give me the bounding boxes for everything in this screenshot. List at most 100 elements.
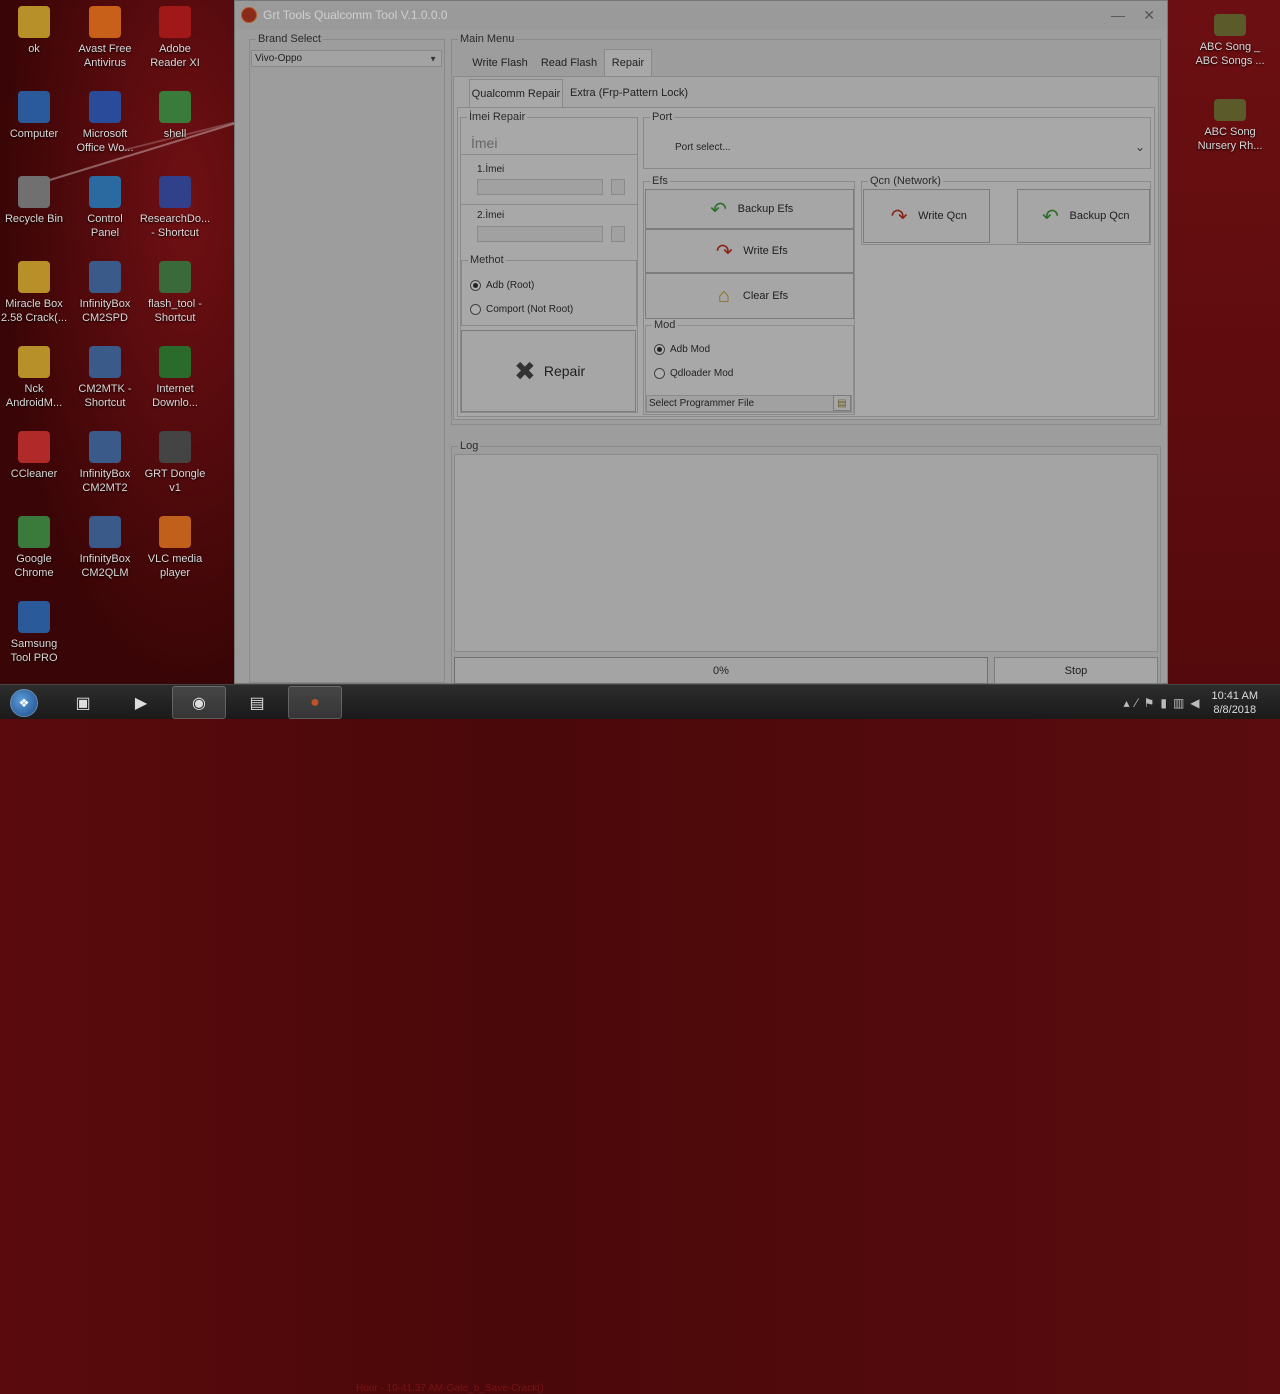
desktop-icon[interactable]: InfinityBox CM2QLM <box>67 516 143 580</box>
method-adb-root-radio[interactable]: Adb (Root) <box>470 280 534 291</box>
network-icon[interactable]: ▥ <box>1173 696 1184 710</box>
taskbar-chrome[interactable]: ◉ <box>172 686 226 719</box>
pen-icon[interactable]: ⁄ <box>1136 696 1138 710</box>
desktop-icon[interactable]: CM2MTK - Shortcut <box>67 346 143 410</box>
desktop-icon[interactable]: ABC Song Nursery Rh... <box>1192 99 1268 153</box>
desktop-icon[interactable]: InfinityBox CM2SPD <box>67 261 143 325</box>
desktop-icon[interactable]: CCleaner <box>0 431 72 481</box>
divider <box>461 204 637 205</box>
desktop-icon[interactable]: Recycle Bin <box>0 176 72 226</box>
shell-icon <box>159 91 191 123</box>
desktop-icon-label: InfinityBox CM2SPD <box>79 298 131 324</box>
desktop-icon[interactable]: Samsung Tool PRO <box>0 601 72 665</box>
system-tray: ▴ ⁄ ⚑ ▮ ▥ ◀ 10:41 AM 8/8/2018 <box>1124 685 1280 720</box>
tab-read-flash[interactable]: Read Flash <box>537 51 601 75</box>
desktop-icon[interactable]: InfinityBox CM2MT2 <box>67 431 143 495</box>
mod-qdloader-label: Qdloader Mod <box>670 368 734 379</box>
stop-button[interactable]: Stop <box>994 657 1158 684</box>
imei2-input[interactable] <box>477 226 603 242</box>
clear-efs-button[interactable]: ⌂ Clear Efs <box>645 273 854 319</box>
write-arrow-icon: ↷ <box>715 240 733 263</box>
desktop-icon[interactable]: Google Chrome <box>0 516 72 580</box>
desktop-icon[interactable]: Avast Free Antivirus <box>67 6 143 70</box>
brand-select-legend: Brand Select <box>258 33 321 45</box>
port-select-dropdown[interactable]: Port select... ⌄ <box>645 128 1149 166</box>
grt-tools-icon: ● <box>310 693 320 711</box>
imei2-label: 2.İmei <box>477 210 505 221</box>
desktop-icon[interactable]: Miracle Box 2.58 Crack(... <box>0 261 72 325</box>
repair-button[interactable]: ✖ Repair <box>461 330 636 412</box>
desktop-icon[interactable]: flash_tool - Shortcut <box>137 261 213 325</box>
close-button[interactable]: ✕ <box>1143 7 1155 24</box>
title-bar[interactable]: Grt Tools Qualcomm Tool V.1.0.0.0 — ✕ <box>235 1 1167 29</box>
write-qcn-button[interactable]: ↷ Write Qcn <box>863 189 990 243</box>
write-efs-button[interactable]: ↷ Write Efs <box>645 229 854 273</box>
imei2-checkbox[interactable] <box>611 226 625 242</box>
power-icon[interactable]: ▮ <box>1160 696 1167 710</box>
desktop-icon[interactable]: ok <box>0 6 72 56</box>
mod-adb-label: Adb Mod <box>670 344 711 355</box>
recycle-bin-icon <box>18 176 50 208</box>
tab-write-flash[interactable]: Write Flash <box>469 51 531 75</box>
computer-icon: ▤ <box>249 694 265 712</box>
radio-unchecked-icon <box>470 304 481 315</box>
desktop-icon[interactable]: Internet Downlo... <box>137 346 213 410</box>
desktop-icon-label: Adobe Reader XI <box>150 43 200 69</box>
minimize-button[interactable]: — <box>1111 7 1125 23</box>
desktop-icon[interactable]: Control Panel <box>67 176 143 240</box>
programmer-file-input[interactable]: Select Programmer File <box>646 395 852 412</box>
brand-select-value: Vivo-Oppo <box>255 53 303 64</box>
divider <box>461 154 637 155</box>
browse-folder-icon[interactable]: ▤ <box>833 395 851 411</box>
desktop-icon[interactable]: ResearchDo... - Shortcut <box>137 176 213 240</box>
method-legend: Methot <box>470 254 504 266</box>
backup-qcn-button[interactable]: ↶ Backup Qcn <box>1017 189 1150 243</box>
desktop-icon[interactable]: Adobe Reader XI <box>137 6 213 70</box>
action-center-flag-icon[interactable]: ⚑ <box>1144 696 1155 710</box>
vlc-icon <box>159 516 191 548</box>
word-icon <box>89 91 121 123</box>
windows-logo-icon: ❖ <box>10 688 38 717</box>
desktop-icon[interactable]: VLC media player <box>137 516 213 580</box>
imei1-input[interactable] <box>477 179 603 195</box>
tab-extra-frp[interactable]: Extra (Frp-Pattern Lock) <box>569 81 689 105</box>
tab-qualcomm-repair[interactable]: Qualcomm Repair <box>469 79 563 107</box>
backup-efs-button[interactable]: ↶ Backup Efs <box>645 189 854 229</box>
desktop-icon[interactable]: Nck AndroidM... <box>0 346 72 410</box>
desktop-icon[interactable]: GRT Dongle v1 <box>137 431 213 495</box>
desktop-icon[interactable]: Computer <box>0 91 72 141</box>
brand-select-dropdown[interactable]: Vivo-Oppo ▼ <box>251 50 442 67</box>
backup-arrow-icon: ↶ <box>1042 205 1059 228</box>
qcn-legend: Qcn (Network) <box>870 175 941 187</box>
show-hidden-icons-icon[interactable]: ▴ <box>1124 696 1130 710</box>
programmer-file-placeholder: Select Programmer File <box>649 398 755 409</box>
desktop-icon-label: ABC Song Nursery Rh... <box>1197 126 1263 152</box>
backup-arrow-icon: ↶ <box>710 198 728 221</box>
desktop-icon[interactable]: ABC Song _ ABC Songs ... <box>1192 14 1268 68</box>
desktop-icon-label: ok <box>28 43 40 55</box>
backup-qcn-label: Backup Qcn <box>1069 210 1130 222</box>
taskbar-media-player[interactable]: ▶ <box>114 686 168 719</box>
port-select-value: Port select... <box>675 141 731 153</box>
desktop-icon[interactable]: Microsoft Office Wo... <box>67 91 143 155</box>
mod-adb-radio[interactable]: Adb Mod <box>654 344 710 355</box>
log-legend: Log <box>460 440 479 452</box>
taskbar-grt-tools[interactable]: ● <box>288 686 342 719</box>
desktop-icon-label: Nck AndroidM... <box>5 383 63 409</box>
taskbar-device-manager[interactable]: ▤ <box>230 686 284 719</box>
tab-repair[interactable]: Repair <box>604 49 652 76</box>
app-window[interactable]: Grt Tools Qualcomm Tool V.1.0.0.0 — ✕ Br… <box>234 0 1168 685</box>
imei1-checkbox[interactable] <box>611 179 625 195</box>
clear-efs-label: Clear Efs <box>742 290 789 302</box>
log-text-area[interactable] <box>454 454 1158 652</box>
mod-qdloader-radio[interactable]: Qdloader Mod <box>654 368 733 379</box>
infinitybox-icon <box>89 431 121 463</box>
method-comport-radio[interactable]: Comport (Not Root) <box>470 304 573 315</box>
volume-icon[interactable]: ◀ <box>1190 696 1199 710</box>
backup-efs-label: Backup Efs <box>737 203 794 215</box>
clock[interactable]: 10:41 AM 8/8/2018 <box>1212 689 1258 717</box>
taskbar-explorer[interactable]: ▣ <box>56 686 110 719</box>
start-button[interactable]: ❖ <box>4 686 44 719</box>
desktop-icon[interactable]: shell <box>137 91 213 141</box>
window-title: Grt Tools Qualcomm Tool V.1.0.0.0 <box>263 8 448 22</box>
